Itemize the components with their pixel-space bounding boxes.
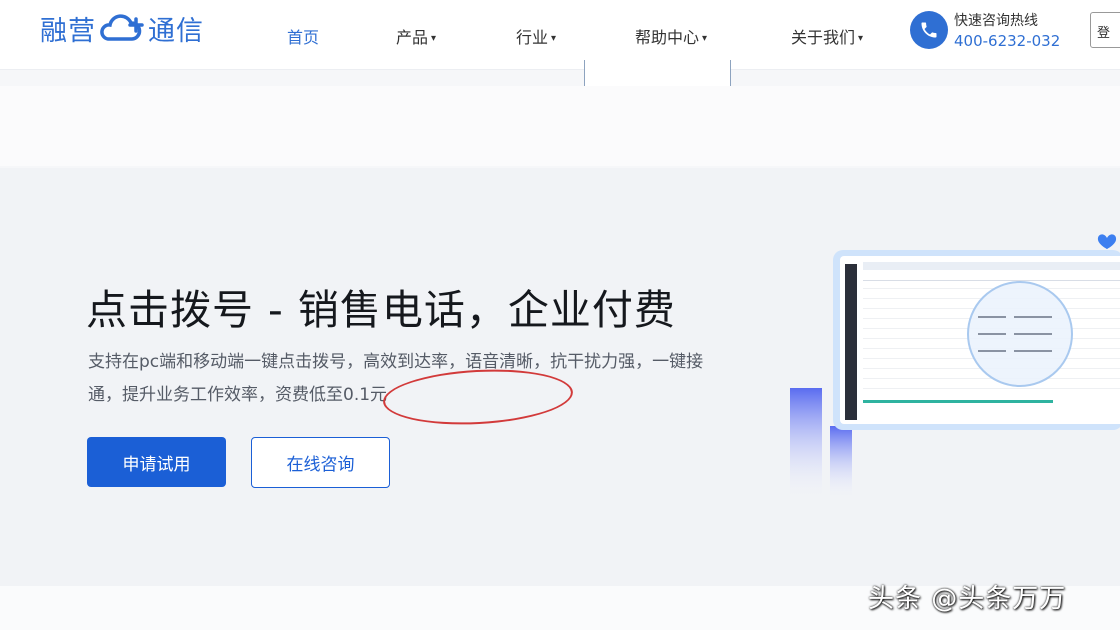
apply-trial-button[interactable]: 申请试用 (87, 437, 226, 487)
site-header: 融营 通信 首页 产品 ▾ 行业 ▾ 帮助中心 ▾ 关于我们 ▾ 快速咨询热线 400-… (0, 0, 1120, 70)
cloud-plus-icon (100, 14, 144, 41)
caret-down-icon: ▾ (858, 33, 864, 44)
nav-item-products[interactable]: 产品 ▾ (396, 24, 436, 48)
phone-icon (910, 11, 948, 49)
brand-name-right: 通信 (148, 15, 204, 47)
nav-item-about-us[interactable]: 关于我们 ▾ (791, 24, 863, 48)
online-consult-button[interactable]: 在线咨询 (251, 437, 390, 488)
brand-logo[interactable]: 融营 通信 (40, 10, 204, 47)
section-band (0, 86, 1120, 166)
hotline[interactable]: 快速咨询热线 400-6232-032 (910, 10, 1060, 50)
hotline-number: 400-6232-032 (954, 32, 1061, 50)
login-button[interactable]: 登 (1090, 12, 1120, 48)
watermark-text: 头条 @头条万万 (868, 584, 1067, 614)
nav-item-home[interactable]: 首页 (287, 24, 319, 48)
nav-item-industry[interactable]: 行业 ▾ (516, 24, 556, 48)
caret-down-icon: ▾ (702, 33, 708, 44)
caret-down-icon: ▾ (551, 33, 557, 44)
brand-name-left: 融营 (40, 15, 96, 47)
hotline-label: 快速咨询热线 (954, 13, 1038, 29)
hero-title: 点击拨号 - 销售电话，企业付费 (86, 286, 676, 334)
hotline-text: 快速咨询热线 400-6232-032 (954, 10, 1060, 50)
dashboard-illustration (790, 234, 1120, 498)
caret-down-icon: ▾ (431, 33, 437, 44)
nav-item-help-center[interactable]: 帮助中心 ▾ (635, 24, 707, 48)
price-highlight: 资费低至0.1元 (275, 385, 388, 405)
